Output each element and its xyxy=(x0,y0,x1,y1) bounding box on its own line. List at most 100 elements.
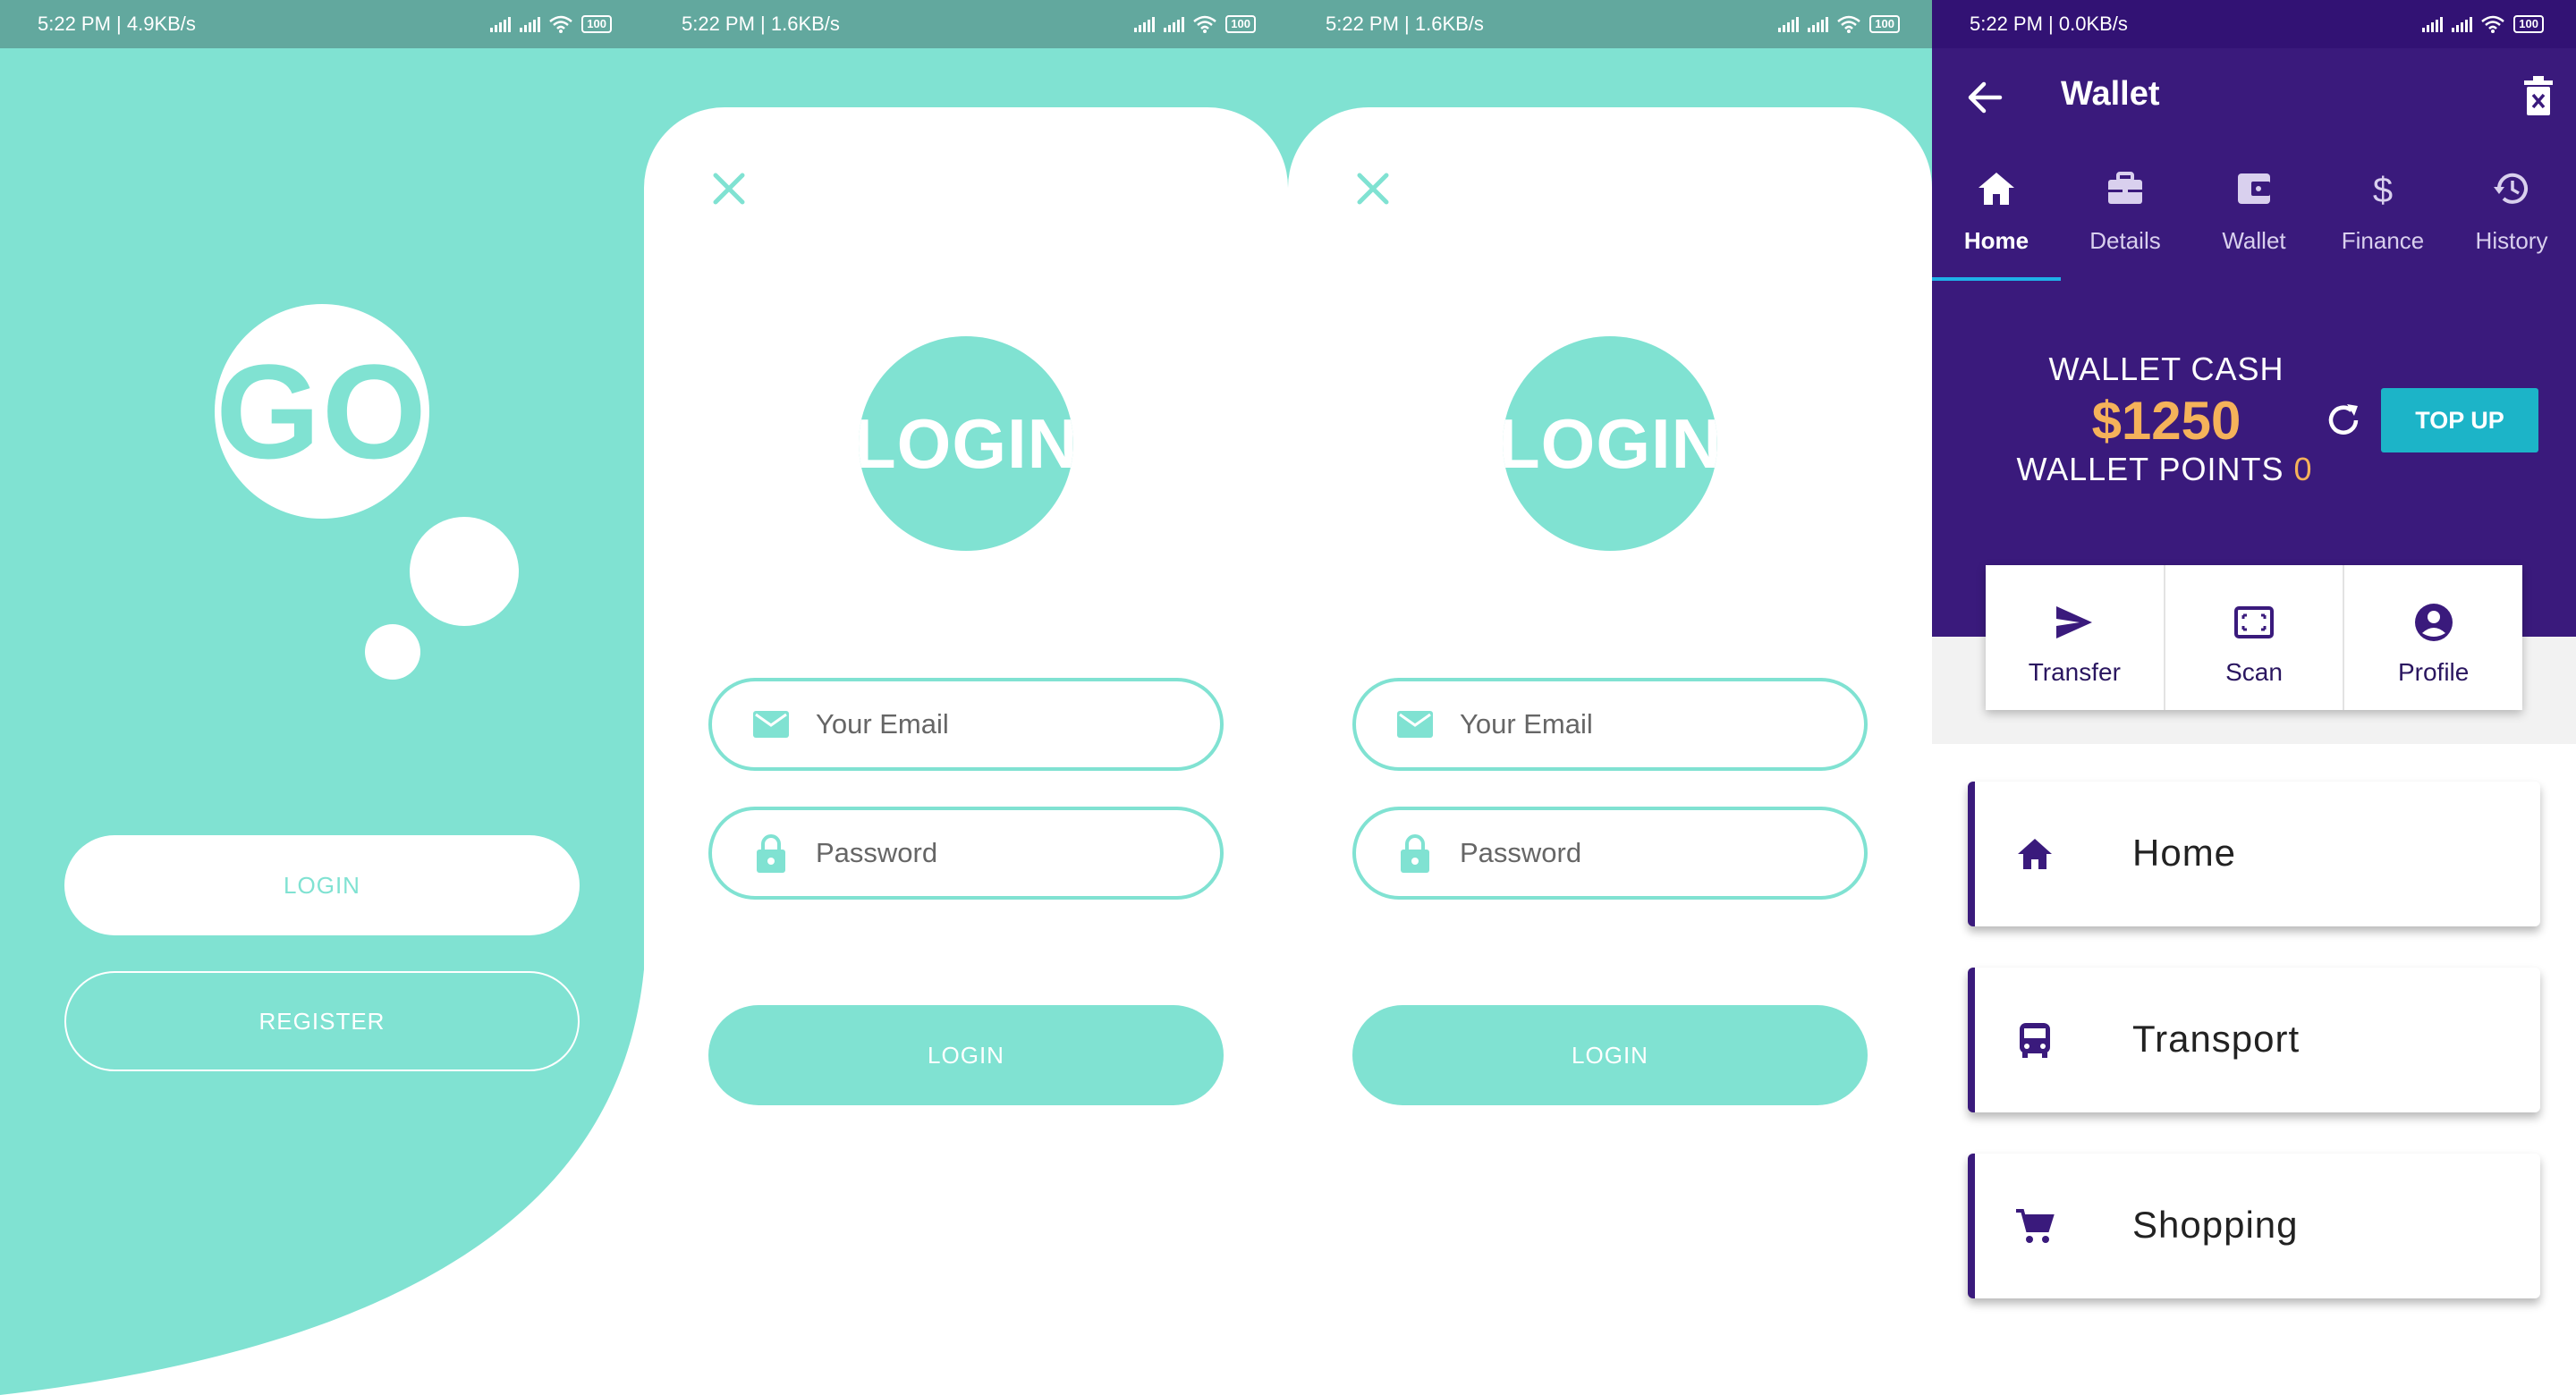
menu-item-home[interactable]: Home xyxy=(1968,782,2540,926)
wifi-icon xyxy=(1193,15,1217,33)
close-icon[interactable] xyxy=(707,166,751,211)
status-time: 5:22 PM | 0.0KB/s xyxy=(1970,13,2128,35)
status-bar: 5:22 PM | 1.6KB/s 100 xyxy=(644,0,1288,48)
top-up-button[interactable]: TOP UP xyxy=(2381,388,2538,452)
status-time: 5:22 PM | 1.6KB/s xyxy=(1326,13,1484,35)
wifi-icon xyxy=(2481,15,2505,33)
tab-history[interactable]: History xyxy=(2447,148,2576,281)
send-icon xyxy=(2056,606,2093,638)
tab-home[interactable]: Home xyxy=(1932,148,2061,281)
menu-item-label: Shopping xyxy=(2132,1204,2299,1246)
logo-text: GO xyxy=(216,335,428,486)
battery-icon: 100 xyxy=(1225,15,1256,33)
action-label: Transfer xyxy=(2028,658,2121,686)
logo-text: LOGIN xyxy=(859,403,1073,483)
logo: LOGIN xyxy=(859,336,1073,551)
wallet-points-value: 0 xyxy=(2293,451,2313,487)
menu-item-transport[interactable]: Transport xyxy=(1968,968,2540,1112)
home-icon xyxy=(2018,839,2052,869)
lock-icon xyxy=(1397,834,1433,873)
briefcase-icon xyxy=(2108,172,2142,204)
signal-icon xyxy=(490,16,512,32)
background-wave xyxy=(0,48,644,1395)
scan-icon xyxy=(2234,606,2274,638)
lock-icon xyxy=(753,834,789,873)
page-title: Wallet xyxy=(2061,75,2160,113)
close-icon[interactable] xyxy=(1351,166,1395,211)
wifi-icon xyxy=(549,15,573,33)
login-screen: 5:22 PM | 1.6KB/s 100 LOGIN LOGIN xyxy=(1288,0,1932,1395)
signal-icon xyxy=(1134,16,1156,32)
battery-icon: 100 xyxy=(2513,15,2544,33)
wallet-icon xyxy=(2238,173,2270,204)
bus-icon xyxy=(2020,1023,2050,1058)
password-field[interactable] xyxy=(708,807,1224,900)
delete-icon[interactable] xyxy=(2522,75,2555,116)
svg-text:$: $ xyxy=(2373,171,2393,209)
password-input[interactable] xyxy=(1460,837,1835,869)
email-field[interactable] xyxy=(1352,678,1868,771)
battery-icon: 100 xyxy=(581,15,612,33)
action-label: Profile xyxy=(2397,658,2470,686)
login-button[interactable]: LOGIN xyxy=(1352,1005,1868,1105)
password-field[interactable] xyxy=(1352,807,1868,900)
menu-item-shopping[interactable]: Shopping xyxy=(1968,1154,2540,1298)
scan-button[interactable]: Scan xyxy=(2165,565,2345,710)
tab-label: Wallet xyxy=(2222,227,2286,254)
refresh-icon[interactable] xyxy=(2324,401,2363,440)
login-card: LOGIN LOGIN xyxy=(1288,107,1932,1395)
logo: LOGIN xyxy=(1503,336,1717,551)
tab-finance[interactable]: $ Finance xyxy=(2318,148,2447,281)
logo-text: LOGIN xyxy=(1503,403,1717,483)
history-icon xyxy=(2494,173,2528,204)
login-card: LOGIN LOGIN xyxy=(644,107,1288,1395)
signal-icon xyxy=(1164,16,1185,32)
signal-icon xyxy=(2452,16,2473,32)
register-button[interactable]: REGISTER xyxy=(64,971,580,1071)
cart-icon xyxy=(2016,1209,2055,1243)
mail-icon xyxy=(753,706,789,742)
app-bar: Wallet xyxy=(1932,48,2576,148)
quick-actions: Transfer Scan Profile xyxy=(1986,565,2522,710)
email-input[interactable] xyxy=(1460,708,1835,740)
transfer-button[interactable]: Transfer xyxy=(1986,565,2165,710)
signal-icon xyxy=(1778,16,1800,32)
tab-label: Home xyxy=(1963,227,2029,254)
wallet-screen: 5:22 PM | 0.0KB/s 100 Wallet Home Detail… xyxy=(1932,0,2576,1395)
password-input[interactable] xyxy=(816,837,1191,869)
tab-bar: Home Details Wallet $ Finance History xyxy=(1932,148,2576,281)
dollar-icon: $ xyxy=(2373,171,2393,209)
wifi-icon xyxy=(1837,15,1861,33)
status-time: 5:22 PM | 1.6KB/s xyxy=(682,13,840,35)
email-input[interactable] xyxy=(816,708,1191,740)
status-bar: 5:22 PM | 0.0KB/s 100 xyxy=(1932,0,2576,48)
decorative-bubble xyxy=(365,624,420,680)
mail-icon xyxy=(1397,706,1433,742)
battery-icon: 100 xyxy=(1869,15,1900,33)
menu-item-label: Transport xyxy=(2132,1018,2301,1060)
status-time: 5:22 PM | 4.9KB/s xyxy=(38,13,196,35)
back-arrow-icon[interactable] xyxy=(1964,77,2005,118)
login-screen: 5:22 PM | 1.6KB/s 100 LOGIN LOGIN xyxy=(644,0,1288,1395)
action-label: Scan xyxy=(2225,658,2283,686)
tab-details[interactable]: Details xyxy=(2061,148,2190,281)
signal-icon xyxy=(520,16,541,32)
wallet-points: WALLET POINTS 0 xyxy=(1968,451,2361,488)
login-button[interactable]: LOGIN xyxy=(64,835,580,935)
signal-icon xyxy=(2422,16,2444,32)
status-bar: 5:22 PM | 1.6KB/s 100 xyxy=(1288,0,1932,48)
wallet-cash-amount: $1250 xyxy=(2091,391,2241,451)
decorative-bubble xyxy=(410,517,519,626)
profile-icon xyxy=(2414,604,2453,641)
wallet-points-label: WALLET POINTS xyxy=(2016,451,2284,487)
email-field[interactable] xyxy=(708,678,1224,771)
signal-icon xyxy=(1808,16,1829,32)
tab-wallet[interactable]: Wallet xyxy=(2190,148,2318,281)
welcome-screen: 5:22 PM | 4.9KB/s 100 GO LOGIN REGISTER xyxy=(0,0,644,1395)
status-bar: 5:22 PM | 4.9KB/s 100 xyxy=(0,0,644,48)
menu-item-label: Home xyxy=(2132,832,2237,874)
wallet-cash-label: WALLET CASH xyxy=(2048,351,2284,387)
login-button[interactable]: LOGIN xyxy=(708,1005,1224,1105)
profile-button[interactable]: Profile xyxy=(2344,565,2522,710)
home-icon xyxy=(1979,173,2014,205)
